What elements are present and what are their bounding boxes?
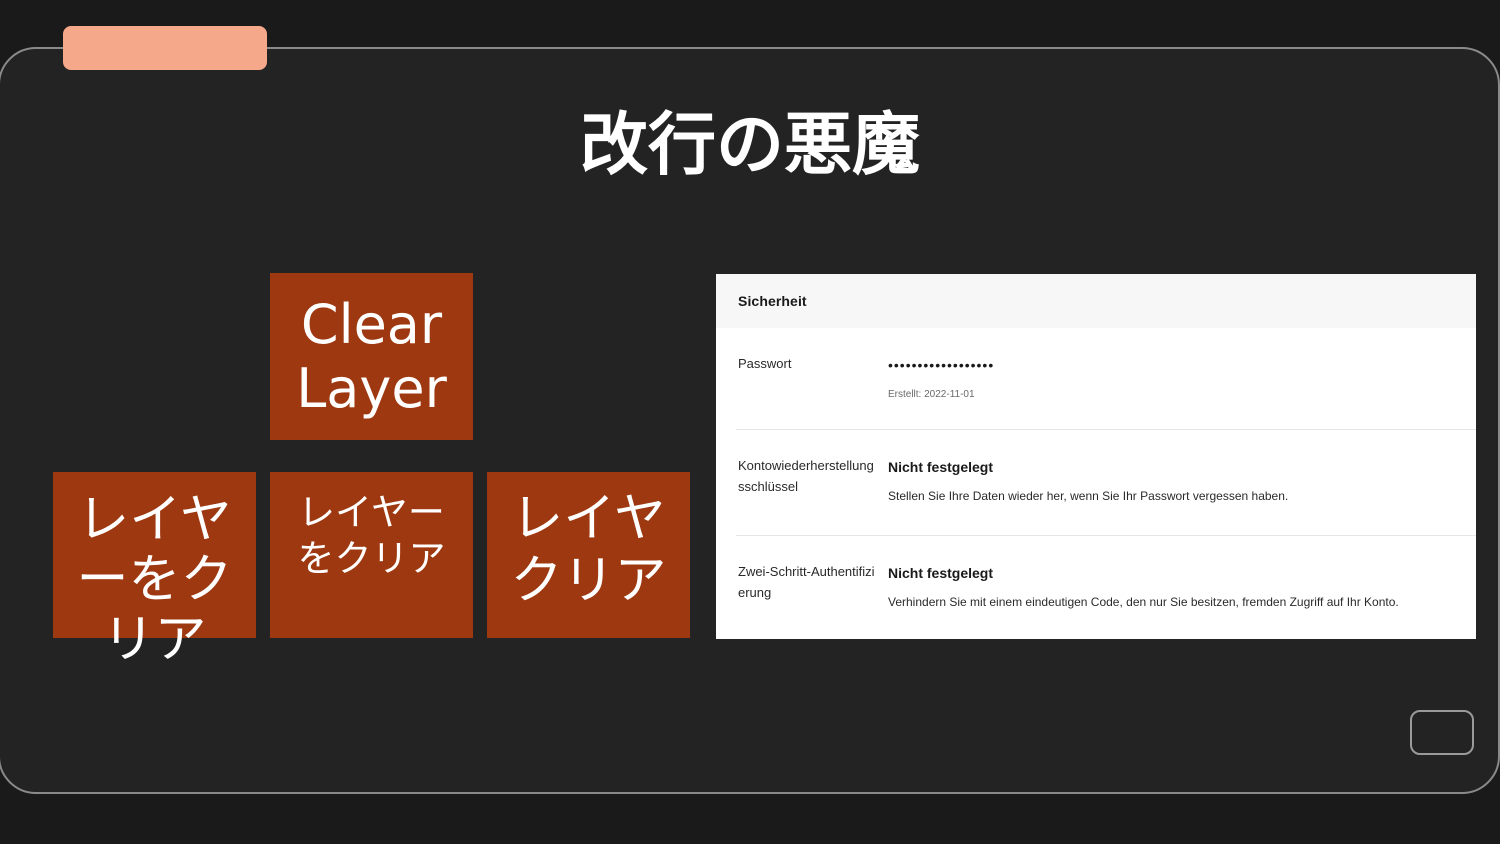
row-value: Nicht festgelegt Verhindern Sie mit eine… (888, 563, 1468, 611)
slide-nav-button[interactable] (1410, 710, 1474, 755)
security-settings-card: Sicherheit Passwort •••••••••••••••••• E… (716, 274, 1476, 639)
row-label: Zwei-Schritt-Authentifizierung (738, 564, 875, 600)
row-description: Stellen Sie Ihre Daten wieder her, wenn … (888, 489, 1289, 503)
row-label: Passwort (738, 356, 792, 371)
row-label: Kontowiederherstellungsschlüssel (738, 458, 874, 494)
row-description: Verhindern Sie mit einem eindeutigen Cod… (888, 595, 1399, 609)
tile-clear-layer-english: Clear Layer (270, 273, 473, 440)
password-mask: •••••••••••••••••• (888, 357, 995, 373)
tag-pill (63, 26, 267, 70)
tile-label: レイヤーをクリア (76, 490, 233, 670)
settings-row-two-step-auth[interactable]: Zwei-Schritt-Authentifizierung Nicht fes… (736, 536, 1476, 639)
tile-clear-layer-japanese-short: レイヤクリア (487, 472, 690, 638)
tile-label: レイヤーをクリア (297, 491, 446, 580)
status-value: Nicht festgelegt (888, 565, 994, 581)
tile-clear-layer-japanese-large: レイヤーをクリア (53, 472, 256, 670)
slide-title: 改行の悪魔 (579, 106, 920, 185)
settings-row-recovery-key[interactable]: Kontowiederherstellungsschlüssel Nicht f… (736, 430, 1476, 536)
card-header: Sicherheit (716, 274, 1476, 328)
created-date: Erstellt: 2022-11-01 (888, 389, 975, 400)
settings-row-password[interactable]: Passwort •••••••••••••••••• Erstellt: 20… (736, 328, 1476, 430)
row-value: Nicht festgelegt Stellen Sie Ihre Daten … (888, 457, 1468, 505)
tile-clear-layer-japanese-small: レイヤーをクリア (270, 472, 473, 638)
tile-label: レイヤクリア (510, 489, 667, 611)
tile-label: Clear Layer (296, 292, 447, 420)
status-value: Nicht festgelegt (888, 459, 994, 475)
row-value: •••••••••••••••••• Erstellt: 2022-11-01 (888, 355, 1468, 403)
